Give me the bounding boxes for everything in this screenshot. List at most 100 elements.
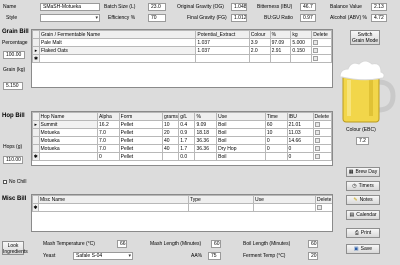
grain-col-pct[interactable]: % <box>269 30 292 39</box>
hop-name-cell[interactable] <box>38 152 98 161</box>
misc-use-cell[interactable] <box>253 203 316 212</box>
hop-pct-cell[interactable]: 36.36 <box>194 136 218 145</box>
grain-name-cell[interactable]: Flaked Oats <box>38 46 197 55</box>
hop-ibu-cell[interactable]: 21.01 <box>286 120 314 129</box>
delete-cell[interactable] <box>311 46 332 55</box>
hop-use-cell[interactable]: Boil <box>216 152 266 161</box>
hop-time-cell[interactable]: 10 <box>264 128 288 137</box>
misc-col-use[interactable]: Use <box>253 195 316 204</box>
hop-grams-cell[interactable]: 20 <box>161 128 180 137</box>
grain-col-extract[interactable]: Potential_Extract <box>195 30 250 39</box>
save-button[interactable]: ▣ Save <box>346 244 380 254</box>
hop-name-cell[interactable]: Motueka <box>38 128 98 137</box>
grain-colour-cell[interactable]: 2.0 <box>248 46 271 55</box>
grain-col-delete[interactable]: Delete <box>311 30 332 39</box>
hop-gl-cell[interactable]: 0.0 <box>178 152 196 161</box>
hop-grams-cell[interactable]: 10 <box>161 120 180 129</box>
grain-kg-cell[interactable]: 0.150 <box>290 46 313 55</box>
misc-name-cell[interactable] <box>38 203 189 212</box>
switch-grain-mode-button[interactable]: Switch Grain Mode <box>350 30 380 45</box>
mash-temp-input[interactable]: 66 <box>117 240 127 248</box>
hop-gl-cell[interactable]: 1.7 <box>178 136 196 145</box>
timers-button[interactable]: ◷ Timers <box>346 181 380 191</box>
misc-type-cell[interactable] <box>188 203 254 212</box>
hop-name-cell[interactable]: Motueka <box>38 136 98 145</box>
hop-alpha-cell[interactable]: 0 <box>97 152 120 161</box>
grain-colour-cell[interactable] <box>248 54 271 63</box>
hop-form-cell[interactable]: Pellet <box>118 152 163 161</box>
grain-extract-cell[interactable]: 1.037 <box>195 38 250 47</box>
grain-pct-cell[interactable] <box>269 54 292 63</box>
grain-name-cell[interactable]: Pale Malt <box>38 38 197 47</box>
hop-grams-cell[interactable] <box>161 152 180 161</box>
batch-size-input[interactable]: 23.0 <box>148 3 166 11</box>
misc-table[interactable]: Misc Name Type Use Delete ✱ <box>31 194 333 232</box>
grain-pct-cell[interactable]: 2.91 <box>269 46 292 55</box>
hop-form-cell[interactable]: Pellet <box>118 136 163 145</box>
table-row[interactable]: Pale Malt 1.037 3.9 97.09 5.000 <box>32 38 332 47</box>
hop-form-cell[interactable]: Pellet <box>118 144 163 153</box>
hop-alpha-cell[interactable]: 7.0 <box>97 128 120 137</box>
grain-colour-cell[interactable]: 3.9 <box>248 38 271 47</box>
table-row[interactable]: Motueka 7.0 Pellet 20 0.9 18.18 Boil 10 … <box>32 128 332 137</box>
hop-form-cell[interactable]: Pellet <box>118 128 163 137</box>
hop-col-grams[interactable]: grams <box>161 112 180 121</box>
hop-ibu-cell[interactable]: 0 <box>286 152 314 161</box>
delete-button[interactable] <box>313 39 319 45</box>
grain-col-name[interactable]: Grain / Fermentable Name <box>38 30 197 39</box>
misc-col-type[interactable]: Type <box>188 195 254 204</box>
no-chill-checkbox[interactable] <box>3 180 7 184</box>
row-selector[interactable]: ▸ <box>32 46 40 55</box>
delete-cell[interactable] <box>312 128 332 137</box>
delete-cell[interactable] <box>312 144 332 153</box>
grain-kg-cell[interactable] <box>290 54 313 63</box>
print-button[interactable]: ⎙ Print <box>346 228 380 238</box>
hop-pct-cell[interactable]: 36.36 <box>194 144 218 153</box>
delete-button[interactable] <box>317 204 322 210</box>
delete-cell[interactable] <box>315 203 332 212</box>
lookup-ingredients-button[interactable]: Look Ingredients <box>2 241 28 255</box>
hop-col-delete[interactable]: Delete <box>312 112 332 121</box>
hop-col-name[interactable]: Hop Name <box>38 112 98 121</box>
hops-input[interactable]: 110.00 <box>3 156 23 164</box>
misc-col-name[interactable]: Misc Name <box>38 195 189 204</box>
grain-pct-cell[interactable]: 97.09 <box>269 38 292 47</box>
hop-alpha-cell[interactable]: 16.2 <box>97 120 120 129</box>
yeast-select[interactable]: Safale S-04 <box>73 252 133 260</box>
notes-button[interactable]: ✎ Notes <box>346 195 380 205</box>
delete-button[interactable] <box>314 129 320 135</box>
hop-col-pct[interactable]: % <box>194 112 218 121</box>
table-row[interactable]: ✱ <box>32 54 332 63</box>
grain-kg-cell[interactable]: 5.000 <box>290 38 313 47</box>
hop-col-time[interactable]: Time <box>264 112 288 121</box>
hop-gl-cell[interactable]: 0.4 <box>178 120 196 129</box>
delete-cell[interactable] <box>311 38 332 47</box>
hop-pct-cell[interactable]: 18.18 <box>194 128 218 137</box>
grain-name-cell[interactable] <box>38 54 197 63</box>
hop-gl-cell[interactable]: 0.9 <box>178 128 196 137</box>
hop-use-cell[interactable]: Boil <box>216 120 266 129</box>
grain-col-kg[interactable]: kg <box>290 30 313 39</box>
hop-use-cell[interactable]: Boil <box>216 136 266 145</box>
aa-input[interactable]: 75 <box>208 252 221 260</box>
efficiency-input[interactable]: 70 <box>148 14 166 22</box>
hop-alpha-cell[interactable]: 7.0 <box>97 144 120 153</box>
hop-name-cell[interactable]: Summit <box>38 120 98 129</box>
hop-pct-cell[interactable] <box>194 152 218 161</box>
hop-col-form[interactable]: Form <box>118 112 163 121</box>
delete-button[interactable] <box>314 145 320 151</box>
boil-length-input[interactable]: 60 <box>308 240 318 248</box>
table-row[interactable]: Motueka 7.0 Pellet 40 1.7 36.36 Dry Hop … <box>32 144 332 153</box>
row-selector[interactable] <box>32 38 40 47</box>
grain-table[interactable]: Grain / Fermentable Name Potential_Extra… <box>31 29 333 88</box>
delete-button[interactable] <box>313 55 319 61</box>
delete-cell[interactable] <box>311 54 332 63</box>
delete-button[interactable] <box>314 121 320 127</box>
hop-ibu-cell[interactable]: 11.03 <box>286 128 314 137</box>
delete-cell[interactable] <box>312 152 332 161</box>
table-row[interactable]: ▸ Flaked Oats 1.037 2.0 2.91 0.150 <box>32 46 332 55</box>
grain-extract-cell[interactable] <box>195 54 250 63</box>
table-row[interactable]: ✱ <box>32 203 332 212</box>
hop-ibu-cell[interactable]: 14.66 <box>286 136 314 145</box>
table-row[interactable]: ✱ 0 Pellet 0.0 Boil 0 <box>32 152 332 161</box>
